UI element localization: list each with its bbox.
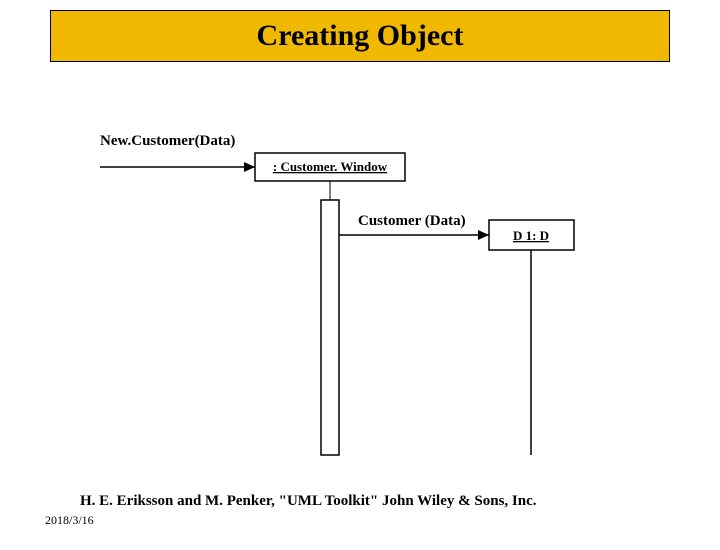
message-label: New.Customer(Data) <box>100 133 235 149</box>
date-text: 2018/3/16 <box>45 513 94 528</box>
attribution-text: H. E. Eriksson and M. Penker, "UML Toolk… <box>80 493 537 510</box>
arrowhead-icon <box>244 162 255 172</box>
page-title: Creating Object <box>51 19 669 53</box>
title-bar: Creating Object <box>50 10 670 62</box>
participant-label: : Customer. Window <box>273 159 388 174</box>
arrowhead-icon <box>478 230 489 240</box>
participant-label: D 1: D <box>513 228 549 243</box>
sequence-diagram: New.Customer(Data) : Customer. Window Cu… <box>0 105 720 485</box>
activation-bar <box>321 200 339 455</box>
message-label: Customer (Data) <box>358 213 466 229</box>
